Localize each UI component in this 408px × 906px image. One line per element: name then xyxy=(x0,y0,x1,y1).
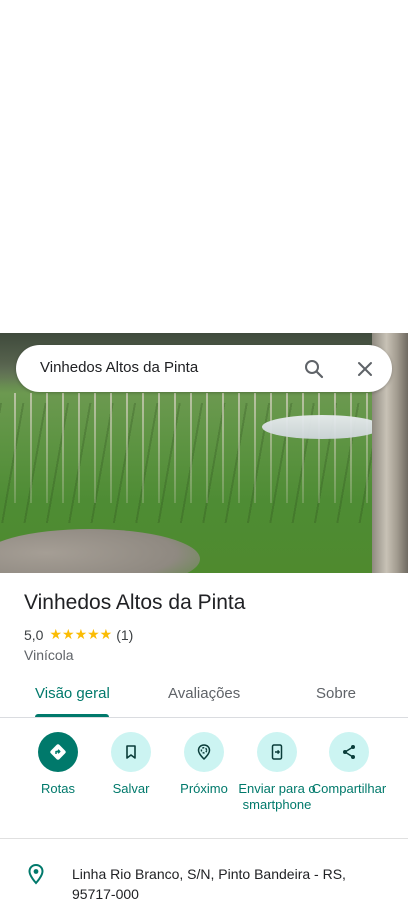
place-title: Vinhedos Altos da Pinta xyxy=(24,591,246,614)
search-bar[interactable]: Vinhedos Altos da Pinta xyxy=(16,345,392,392)
send-to-phone-icon xyxy=(257,732,297,772)
nearby-button[interactable]: Próximo xyxy=(164,732,244,797)
tab-about[interactable]: Sobre xyxy=(316,685,356,702)
active-tab-indicator xyxy=(35,714,109,717)
divider xyxy=(0,838,408,839)
action-buttons: Rotas Salvar Próximo Enviar para o smart… xyxy=(0,732,408,838)
save-button[interactable]: Salvar xyxy=(91,732,171,797)
rating-stars: ★★★★★ xyxy=(49,626,113,642)
send-to-phone-label: Enviar para o smartphone xyxy=(238,781,316,812)
share-label: Compartilhar xyxy=(311,781,387,796)
tab-bar: Visão geral Avaliações Sobre xyxy=(0,674,408,718)
save-label: Salvar xyxy=(112,781,150,796)
search-icon[interactable] xyxy=(302,357,326,381)
place-category[interactable]: Vinícola xyxy=(24,647,74,663)
search-query[interactable]: Vinhedos Altos da Pinta xyxy=(40,359,198,376)
tab-reviews[interactable]: Avaliações xyxy=(168,685,240,702)
address-text: Linha Rio Branco, S/N, Pinto Bandeira - … xyxy=(72,866,346,902)
directions-label: Rotas xyxy=(41,781,75,796)
location-pin-icon xyxy=(24,862,48,886)
rating-value: 5,0 xyxy=(24,626,44,643)
bookmark-icon xyxy=(111,732,151,772)
directions-icon xyxy=(38,732,78,772)
map-blank-area xyxy=(0,0,408,333)
review-count[interactable]: (1) xyxy=(116,627,133,643)
tab-overview[interactable]: Visão geral xyxy=(35,685,110,702)
close-icon[interactable] xyxy=(353,357,377,381)
nearby-icon xyxy=(184,732,224,772)
share-icon xyxy=(329,732,369,772)
rating-row[interactable]: 5,0 ★★★★★ (1) xyxy=(24,626,133,643)
share-button[interactable]: Compartilhar xyxy=(309,732,389,797)
send-to-phone-button[interactable]: Enviar para o smartphone xyxy=(237,732,317,813)
directions-button[interactable]: Rotas xyxy=(18,732,98,797)
nearby-label: Próximo xyxy=(180,781,228,796)
